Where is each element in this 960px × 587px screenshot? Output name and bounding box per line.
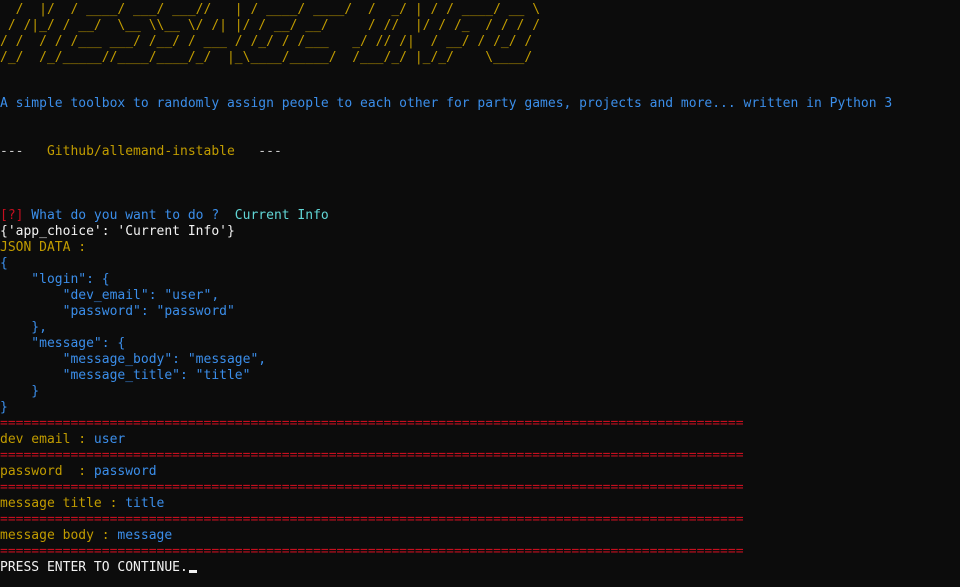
json-line: },: [0, 320, 47, 335]
banner-line-1: / |/ / ____/ ___/ ___// | / ____/ ____/ …: [0, 2, 541, 17]
prompt-line: [?] What do you want to do ? Current Inf…: [0, 208, 329, 224]
field-label: password :: [0, 464, 94, 479]
separator: ========================================…: [0, 416, 744, 431]
field-dev-email: dev email : user: [0, 432, 125, 448]
prompt-answer: Current Info: [226, 208, 329, 223]
banner-line-3: / / / / /___ ___/ /__/ / ___ / /_/ / /__…: [0, 34, 533, 49]
json-header: JSON DATA :: [0, 240, 87, 255]
github-prefix: ---: [0, 144, 47, 159]
field-password: password : password: [0, 464, 157, 480]
json-line: "message_body": "message",: [0, 352, 267, 367]
github-link[interactable]: Github/allemand-instable: [47, 144, 235, 159]
field-value: password: [93, 464, 157, 479]
json-line: }: [0, 384, 40, 399]
prompt-question: What do you want to do ?: [23, 208, 227, 223]
field-value: message: [117, 528, 173, 543]
field-label: message title :: [0, 496, 126, 511]
json-line: "login": {: [0, 272, 110, 287]
app-description: A simple toolbox to randomly assign peop…: [0, 96, 893, 111]
choice-dict: {'app_choice': 'Current Info'}: [0, 224, 235, 239]
banner-line-2: / /|_/ / __/ \__ \\__ \/ /| |/ / __/ __/…: [0, 18, 541, 33]
json-line: "message": {: [0, 336, 126, 351]
continue-prompt-line[interactable]: PRESS ENTER TO CONTINUE.: [0, 560, 197, 576]
field-label: dev email :: [0, 432, 94, 447]
field-message-body: message body : message: [0, 528, 172, 544]
separator: ========================================…: [0, 448, 744, 463]
github-suffix: ---: [234, 144, 282, 159]
terminal-window[interactable]: / |/ / ____/ ___/ ___// | / ____/ ____/ …: [0, 0, 960, 587]
separator: ========================================…: [0, 544, 744, 559]
field-label: message body :: [0, 528, 118, 543]
field-message-title: message title : title: [0, 496, 164, 512]
field-value: user: [93, 432, 126, 447]
separator: ========================================…: [0, 512, 744, 527]
separator: ========================================…: [0, 480, 744, 495]
prompt-marker: [?]: [0, 208, 24, 223]
json-line: }: [0, 400, 8, 415]
banner-line-4: /_/ /_/_____//____/____/_/ |_\____/_____…: [0, 50, 533, 65]
json-line: "message_title": "title": [0, 368, 251, 383]
github-line: --- Github/allemand-instable ---: [0, 144, 282, 160]
json-line: {: [0, 256, 8, 271]
text-cursor: [188, 570, 197, 573]
json-line: "password": "password": [0, 304, 235, 319]
field-value: title: [125, 496, 165, 511]
json-line: "dev_email": "user",: [0, 288, 220, 303]
continue-prompt: PRESS ENTER TO CONTINUE.: [0, 560, 188, 575]
